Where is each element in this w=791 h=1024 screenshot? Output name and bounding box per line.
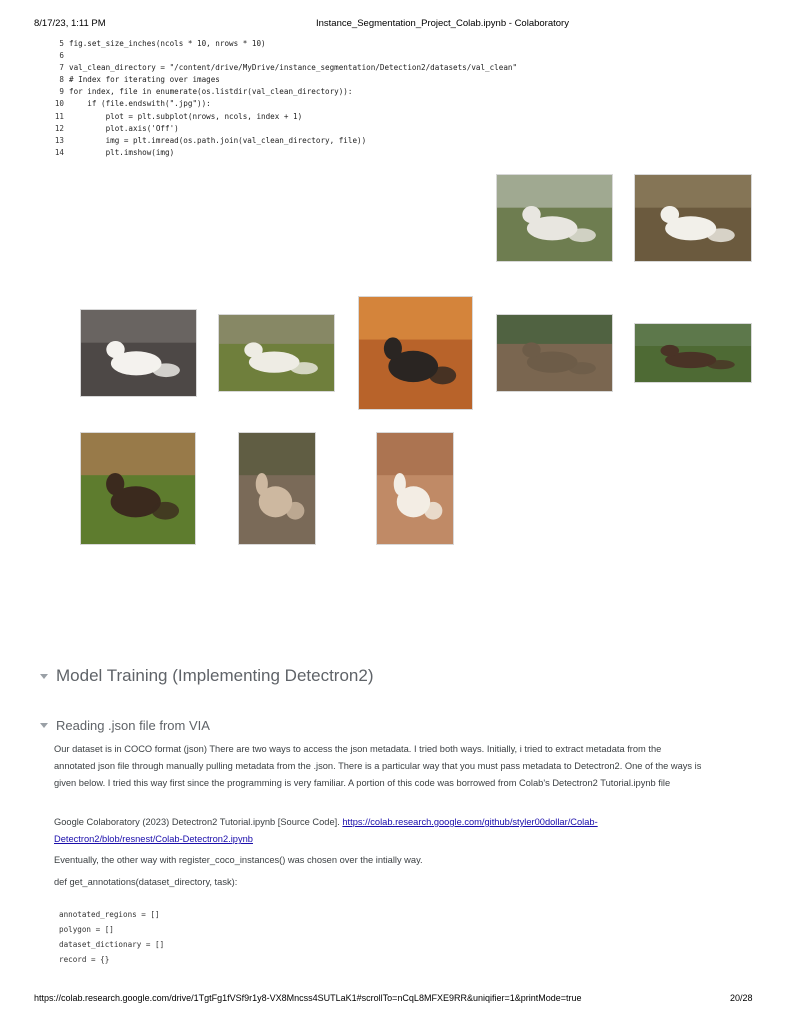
collapse-caret-icon[interactable] (40, 673, 48, 679)
section-model-training[interactable]: Model Training (Implementing Detectron2) (40, 666, 373, 686)
code-line: 7 val_clean_directory = "/content/drive/M… (44, 62, 517, 74)
goat-image-two-white (218, 314, 335, 392)
line-number: 12 (54, 123, 64, 133)
line-number: 10 (54, 99, 64, 109)
section-reading-json[interactable]: Reading .json file from VIA (40, 718, 210, 733)
line-number: 5 (59, 39, 64, 48)
code-text: plot.axis('Off') (69, 123, 179, 133)
goat-image-mountain-slope (238, 432, 316, 545)
page-number: 20/28 (730, 993, 753, 1003)
goat-image-two-brown (80, 432, 196, 545)
code-text: if (file.endswith(".jpg")): (69, 99, 211, 109)
code-line: polygon = [] (59, 925, 114, 934)
line-number: 6 (59, 51, 64, 61)
section-heading: Reading .json file from VIA (56, 718, 210, 733)
paragraph-function-def: def get_annotations(dataset_directory, t… (54, 877, 238, 887)
code-text: for index, file in enumerate(os.listdir(… (69, 87, 353, 97)
goat-image-ibex-field (634, 323, 752, 383)
goat-image-fence (496, 174, 613, 262)
code-line: 9 for index, file in enumerate(os.listdir… (44, 86, 517, 98)
line-number: 11 (54, 111, 64, 121)
code-cell[interactable]: 5 fig.set_size_inches(ncols * 10, nrows *… (44, 38, 517, 159)
print-url: https://colab.research.google.com/drive/… (34, 993, 582, 1003)
line-number: 7 (59, 63, 64, 73)
code-line: 12 plot.axis('Off') (44, 123, 517, 135)
line-number: 9 (59, 87, 64, 97)
code-line: 5 fig.set_size_inches(ncols * 10, nrows *… (44, 38, 517, 50)
print-title: Instance_Segmentation_Project_Colab.ipyn… (316, 18, 569, 29)
goat-image-barn (358, 296, 473, 410)
citation-text: Google Colaboratory (2023) Detectron2 Tu… (54, 817, 343, 827)
code-line: annotated_regions = [] (59, 910, 160, 919)
code-line: 10 if (file.endswith(".jpg")): (44, 98, 517, 110)
line-number: 13 (54, 135, 64, 145)
paragraph-coco-format: Our dataset is in COCO format (json) The… (54, 744, 702, 789)
paragraph-register-coco: Eventually, the other way with register_… (54, 855, 423, 865)
code-text: plot = plt.subplot(nrows, ncols, index +… (69, 111, 303, 121)
code-line: 6 (44, 50, 517, 62)
code-text: plt.imshow(img) (69, 147, 175, 157)
code-text: img = plt.imread(os.path.join(val_clean_… (69, 135, 367, 145)
paragraph-citation: Google Colaboratory (2023) Detectron2 Tu… (54, 814, 704, 848)
code-line: 13 img = plt.imread(os.path.join(val_cle… (44, 135, 517, 147)
goat-image-ibex-rock (496, 314, 613, 392)
code-text: # Index for iterating over images (69, 75, 220, 85)
section-heading: Model Training (Implementing Detectron2) (56, 666, 374, 685)
code-text: fig.set_size_inches(ncols * 10, nrows * … (69, 39, 266, 48)
code-line: 11 plot = plt.subplot(nrows, ncols, inde… (44, 111, 517, 123)
code-line: 14 plt.imshow(img) (44, 147, 517, 159)
line-number: 8 (59, 75, 64, 85)
print-datetime: 8/17/23, 1:11 PM (34, 18, 106, 29)
code-snippet[interactable]: annotated_regions = [] polygon = [] data… (59, 907, 164, 967)
collapse-caret-icon[interactable] (40, 723, 48, 728)
code-line: 8 # Index for iterating over images (44, 74, 517, 86)
goat-image-white-rocks (634, 174, 752, 262)
goat-image-white-horns (80, 309, 197, 397)
goat-image-cliff (376, 432, 454, 545)
code-line: dataset_dictionary = [] (59, 940, 165, 949)
line-number: 14 (54, 147, 64, 157)
code-line: record = {} (59, 955, 110, 964)
code-text: val_clean_directory = "/content/drive/My… (69, 63, 518, 73)
